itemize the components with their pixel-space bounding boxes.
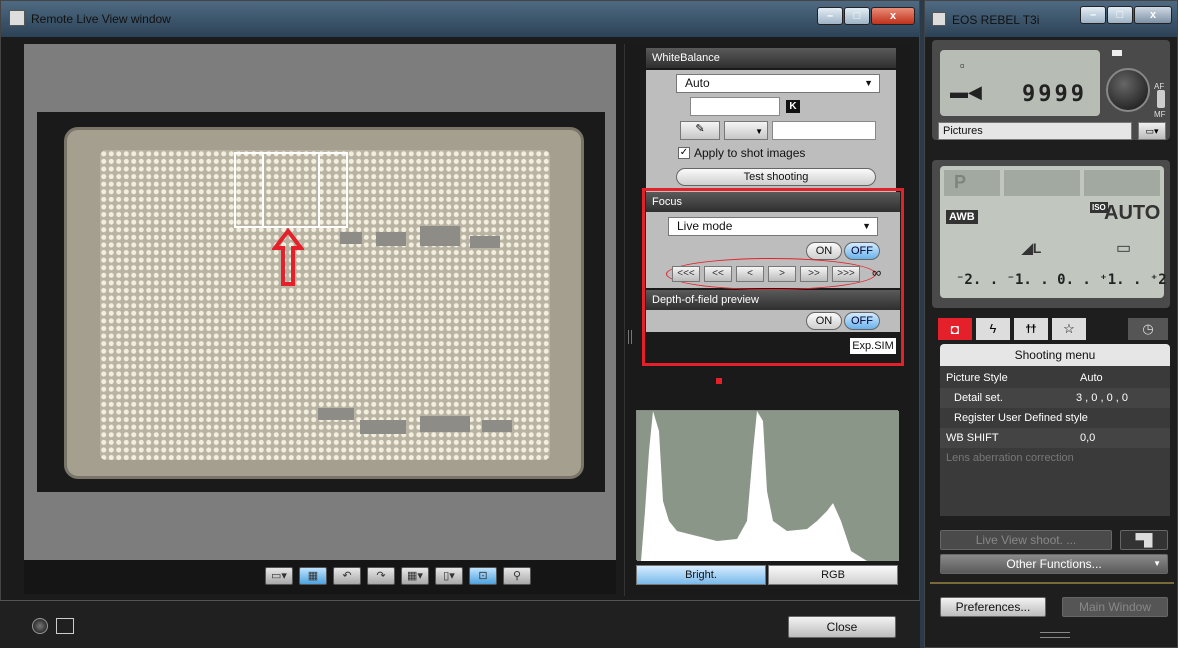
rotate-right-icon[interactable]: ↷ — [367, 567, 395, 585]
tab-bright[interactable]: Bright. — [636, 565, 766, 585]
minimize-button[interactable]: – — [817, 7, 843, 25]
camera-indicator-icon — [1112, 50, 1122, 56]
status-bar — [0, 600, 920, 648]
focus-far-small-button[interactable]: > — [768, 266, 796, 282]
focus-frame[interactable] — [262, 152, 320, 228]
window-title: Remote Live View window — [31, 12, 171, 26]
shooting-mode-cell[interactable] — [944, 170, 1000, 196]
camera-connection-icon — [56, 618, 74, 634]
maximize-button[interactable]: □ — [844, 7, 870, 25]
wb-preset-field[interactable] — [772, 121, 876, 140]
plate-gap — [482, 420, 512, 432]
focus-far-medium-button[interactable]: >> — [800, 266, 828, 282]
menu-row-picture-style[interactable]: Picture Style Auto — [940, 368, 1170, 388]
kelvin-input[interactable] — [690, 97, 780, 116]
exp-sim-badge: Exp.SIM — [850, 338, 896, 354]
plate-gap — [318, 408, 354, 420]
white-balance-header: WhiteBalance — [646, 48, 896, 68]
dof-off-button[interactable]: OFF — [844, 312, 880, 330]
record-dot-icon — [32, 618, 48, 634]
grid-icon[interactable]: ▦▾ — [401, 567, 429, 585]
tab-setup-icon[interactable]: ϯϯ — [1014, 318, 1048, 340]
save-folder-field[interactable]: Pictures — [938, 122, 1132, 140]
ac-power-icon: ▬◀ — [950, 82, 982, 102]
focus-near-large-button[interactable]: <<< — [672, 266, 700, 282]
plate-gap — [470, 236, 500, 248]
divider — [930, 582, 1174, 584]
main-window-button[interactable]: Main Window — [1062, 597, 1168, 617]
focus-near-small-button[interactable]: < — [736, 266, 764, 282]
tab-my-menu-icon[interactable]: ☆ — [1052, 318, 1086, 340]
card-icon: ▫ — [960, 58, 965, 73]
camera-maximize-button[interactable]: □ — [1107, 6, 1133, 24]
apply-checkbox[interactable]: ✓ — [678, 147, 690, 159]
image-preview-icon[interactable]: ⊡ — [469, 567, 497, 585]
wb-badge[interactable]: AWB — [946, 210, 978, 224]
rotate-left-icon[interactable]: ↶ — [333, 567, 361, 585]
wb-mode-dropdown[interactable]: Auto ▼ — [676, 74, 880, 93]
movie-camera-icon[interactable]: ▀█ — [1120, 530, 1168, 550]
close-button[interactable]: Close — [788, 616, 896, 638]
af-mf-switch[interactable] — [1157, 90, 1165, 108]
app-camera-icon — [9, 10, 25, 26]
menu-row-detail-set[interactable]: Detail set. 3 , 0 , 0 , 0 — [940, 388, 1170, 408]
focus-off-button[interactable]: OFF — [844, 242, 880, 260]
image-quality[interactable]: ◢L — [1022, 240, 1041, 257]
camera-app-icon — [932, 12, 946, 26]
plate-gap — [420, 226, 460, 246]
shots-remaining: 9999 — [1022, 82, 1087, 107]
kelvin-unit-badge: K — [786, 100, 800, 113]
histogram-plot — [637, 411, 899, 561]
tab-timer-icon[interactable]: ◷ — [1128, 318, 1168, 340]
display-mode-button[interactable]: ▭▾ — [265, 567, 293, 585]
plate-gap — [376, 232, 406, 246]
menu-row-register-style[interactable]: Register User Defined style — [940, 408, 1170, 428]
aperture-cell[interactable] — [1084, 170, 1160, 196]
zoom-view-icon[interactable]: ▦ — [299, 567, 327, 585]
mf-label: MF — [1154, 110, 1166, 119]
infinity-icon: ∞ — [872, 265, 882, 280]
folder-select-button[interactable]: ▭▾ — [1138, 122, 1166, 140]
focus-far-large-button[interactable]: >>> — [832, 266, 860, 282]
drive-mode-icon[interactable]: ▭ — [1116, 238, 1131, 258]
tab-rgb[interactable]: RGB — [768, 565, 898, 585]
menu-row-lens-aberration: Lens aberration correction — [946, 452, 1074, 464]
tab-shooting-camera-icon[interactable]: ◘ — [938, 318, 972, 340]
red-arrow-annotation — [272, 228, 304, 286]
focus-header: Focus — [646, 192, 900, 212]
shooting-menu-title: Shooting menu — [940, 344, 1170, 366]
tab-flash-icon[interactable]: ϟ — [976, 318, 1010, 340]
shooting-mode: P — [954, 172, 967, 192]
camera-window-grip[interactable] — [1040, 632, 1070, 638]
plate-gap — [340, 232, 362, 244]
panel-resize-handle[interactable] — [628, 330, 632, 344]
preferences-button[interactable]: Preferences... — [940, 597, 1046, 617]
aspect-ratio-icon[interactable]: ▯▾ — [435, 567, 463, 585]
focus-near-medium-button[interactable]: << — [704, 266, 732, 282]
dof-on-button[interactable]: ON — [806, 312, 842, 330]
magnify-icon[interactable]: ⚲ — [503, 567, 531, 585]
dof-preview-header: Depth-of-field preview — [646, 290, 900, 310]
camera-minimize-button[interactable]: – — [1080, 6, 1106, 24]
plate-gap — [360, 420, 406, 434]
exposure-scale[interactable]: ⁻2. . ⁻1. . 0. . ⁺1. . ⁺2 — [956, 272, 1167, 288]
camera-window-title: EOS REBEL T3i — [952, 13, 1040, 27]
other-functions-button[interactable]: Other Functions... ▼ — [940, 554, 1168, 574]
menu-row-wb-shift[interactable]: WB SHIFT 0,0 — [940, 428, 1170, 448]
wb-preset-dropdown[interactable]: ▼ — [724, 121, 768, 140]
iso-value[interactable]: AUTO — [1104, 202, 1160, 225]
shutter-speed-cell[interactable] — [1004, 170, 1080, 196]
histogram — [636, 410, 899, 561]
focus-on-button[interactable]: ON — [806, 242, 842, 260]
camera-close-button[interactable]: x — [1134, 6, 1172, 24]
shutter-dial[interactable] — [1106, 68, 1150, 112]
apply-checkbox-label: Apply to shot images — [694, 146, 806, 160]
focus-mode-dropdown[interactable]: Live mode ▼ — [668, 217, 878, 236]
window-close-button[interactable]: x — [871, 7, 915, 25]
red-dot-marker — [716, 378, 722, 384]
live-view-shoot-button[interactable]: Live View shoot. ... — [940, 530, 1112, 550]
eyedropper-icon[interactable]: ✎ — [680, 121, 720, 140]
test-shooting-button[interactable]: Test shooting — [676, 168, 876, 186]
plate-gap — [420, 416, 470, 432]
